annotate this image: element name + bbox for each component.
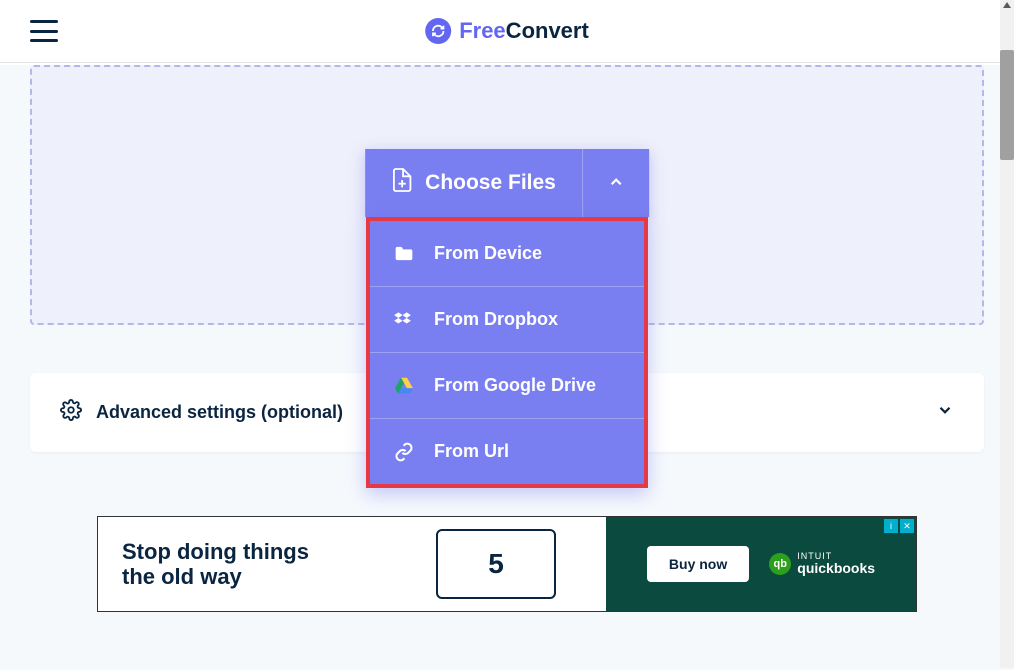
app-header: FreeConvert xyxy=(0,0,1014,63)
ad-info-icon[interactable]: i xyxy=(884,519,898,533)
link-icon xyxy=(394,442,414,462)
dropdown-from-dropbox[interactable]: From Dropbox xyxy=(370,286,644,352)
ad-slogan: Stop doing things the old way xyxy=(122,539,322,590)
dropbox-icon xyxy=(394,310,414,330)
folder-icon xyxy=(394,244,414,264)
choose-files-label: Choose Files xyxy=(425,171,556,195)
dropdown-from-url[interactable]: From Url xyxy=(370,418,644,484)
ad-slogan-area: Stop doing things the old way xyxy=(98,517,386,611)
ad-monitor-number: 5 xyxy=(488,548,504,580)
main-content: Choose Files From Device xyxy=(0,65,1014,670)
file-add-icon xyxy=(391,167,413,199)
brand-logo[interactable]: FreeConvert xyxy=(425,18,589,44)
ad-banner[interactable]: Stop doing things the old way 5 Buy now … xyxy=(97,516,917,612)
logo-refresh-icon xyxy=(425,18,451,44)
quickbooks-logo-icon: qb xyxy=(769,553,791,575)
ad-buy-button[interactable]: Buy now xyxy=(647,546,749,582)
dropdown-item-label: From Google Drive xyxy=(434,375,596,396)
chevron-up-icon xyxy=(607,173,625,194)
ad-monitor-graphic: 5 xyxy=(436,529,556,599)
advanced-settings-label: Advanced settings (optional) xyxy=(96,402,343,423)
brand-text: FreeConvert xyxy=(459,18,589,44)
dropdown-item-label: From Url xyxy=(434,441,509,462)
ad-close-icon[interactable]: ✕ xyxy=(900,519,914,533)
ad-choices-badges: i ✕ xyxy=(884,519,914,533)
source-dropdown: From Device From Dropbox From Google Dri… xyxy=(366,217,648,488)
choose-files-group: Choose Files xyxy=(365,149,649,217)
gear-icon xyxy=(60,399,82,426)
dropdown-item-label: From Device xyxy=(434,243,542,264)
dropdown-from-device[interactable]: From Device xyxy=(370,221,644,286)
brand-free: Free xyxy=(459,18,505,43)
chevron-down-icon xyxy=(936,401,954,424)
choose-files-toggle[interactable] xyxy=(582,149,649,217)
google-drive-icon xyxy=(394,376,414,396)
ad-brand-name: quickbooks xyxy=(797,561,875,576)
choose-files-button[interactable]: Choose Files xyxy=(365,149,582,217)
menu-hamburger[interactable] xyxy=(30,20,58,42)
ad-brand: qb INTUIT quickbooks xyxy=(769,552,875,576)
scrollbar-thumb[interactable] xyxy=(1000,50,1014,160)
dropdown-from-google-drive[interactable]: From Google Drive xyxy=(370,352,644,418)
ad-cta-area: Buy now qb INTUIT quickbooks xyxy=(606,517,916,611)
dropdown-item-label: From Dropbox xyxy=(434,309,558,330)
scroll-up-arrow-icon[interactable] xyxy=(1003,2,1011,8)
ad-illustration: 5 xyxy=(386,517,606,611)
brand-convert: Convert xyxy=(506,18,589,43)
